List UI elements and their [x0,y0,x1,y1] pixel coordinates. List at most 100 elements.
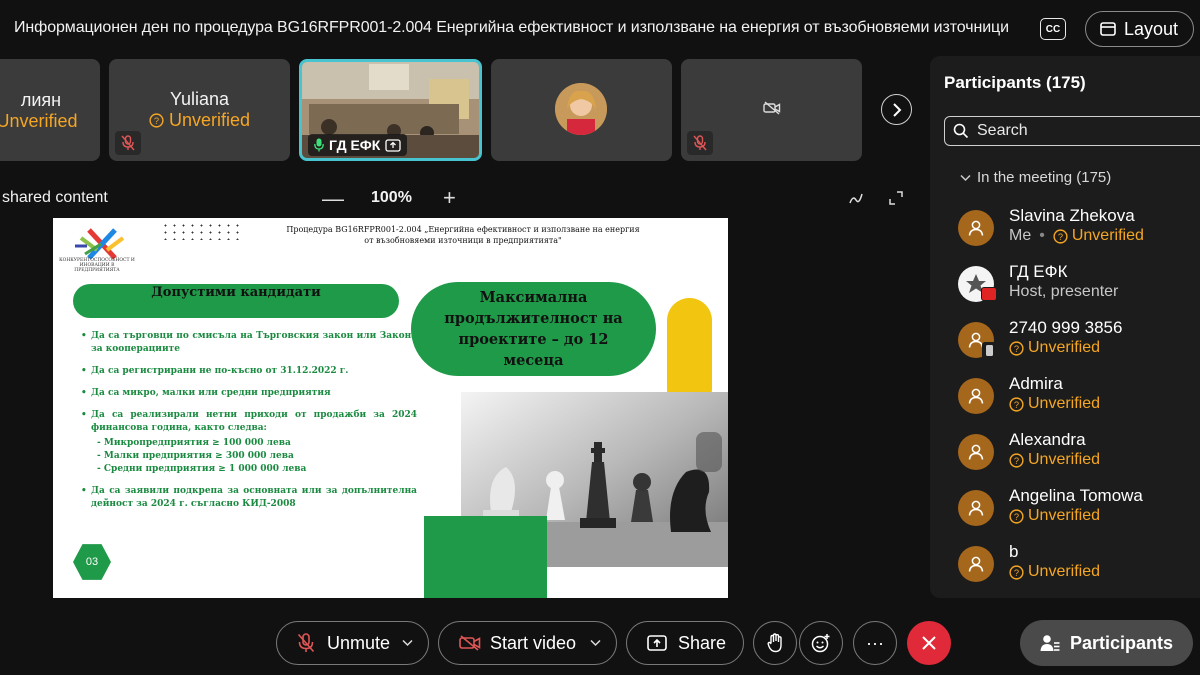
reactions-button[interactable] [799,621,843,665]
participant-subtitle: Me • ? Unverified [1009,227,1144,245]
slide-page-number: 03 [73,544,111,580]
video-tile[interactable] [491,59,672,161]
participant-row[interactable]: 2740 999 3856 ? Unverified [958,318,1198,368]
active-speaker-tile[interactable]: ГД ЕФК [299,59,482,161]
participant-subtitle: ? Unverified [1009,339,1100,357]
in-meeting-label: In the meeting (175) [977,169,1112,186]
emoji-icon [811,634,830,653]
participant-status: Unverified [1028,451,1101,468]
duration-pill: Максимална продължителност на проектите … [411,282,656,376]
criteria-item: Да са заявили подкрепа за основната или … [81,485,417,511]
svg-text:?: ? [1014,343,1019,353]
unmute-label: Unmute [327,632,391,653]
participant-row[interactable]: Slavina Zhekova Me • ? Unverified [958,206,1198,256]
speaking-mic-icon [314,138,324,152]
criteria-item: Да са търговци по смисъла на Търговския … [81,330,417,356]
user-icon [968,444,984,460]
participants-button[interactable]: Participants [1020,620,1193,666]
participant-row[interactable]: Alexandra ? Unverified [958,430,1198,480]
zoom-level: 100% [371,189,412,206]
participant-subtitle: ? Unverified [1009,395,1100,413]
participant-name: b [1009,542,1019,561]
share-screen-icon [647,635,667,651]
layout-label: Layout [1124,18,1179,39]
meeting-title: Информационен ден по процедура BG16RFPR0… [14,19,1009,36]
muted-mic-icon [115,131,141,155]
svg-text:?: ? [154,116,159,126]
video-off-icon [459,635,481,651]
participant-subtitle: ? Unverified [1009,563,1100,581]
duration-text: продължителност на [444,310,623,327]
shared-slide: КОНКУРЕНТОСПОСОБНОСТ И ИНОВАЦИИ В ПРЕДПР… [53,218,728,598]
share-label: Share [678,632,727,653]
participant-search-input[interactable]: Search [944,116,1200,146]
participants-panel-title: Participants (175) [944,73,1086,92]
unverified-icon: ? [1009,396,1024,412]
in-meeting-section-header[interactable]: In the meeting (175) [960,169,1111,186]
slide-header-line: от възобновяеми източници в предприятият… [364,236,562,245]
zoom-in-button[interactable]: + [443,185,456,211]
zoom-out-button[interactable]: — [322,186,344,212]
close-icon [922,636,936,650]
participant-status: Unverified [1028,339,1101,356]
live-stream-icon [981,287,997,301]
user-icon [968,220,984,236]
participant-name: Alexandra [1009,430,1086,449]
decorative-green-block [424,516,547,598]
user-icon [968,556,984,572]
avatar [958,210,994,246]
decorative-dots [161,222,245,240]
user-icon [968,500,984,516]
svg-text:?: ? [1058,231,1063,241]
video-tile[interactable]: лиян Unverified [0,59,100,161]
more-options-button[interactable]: ··· [853,621,897,665]
user-icon [968,388,984,404]
participant-subtitle: ? Unverified [1009,507,1100,525]
avatar [958,378,994,414]
participant-name: Slavina Zhekova [1009,206,1135,225]
slide-header-line: Процедура BG16RFPR001-2.004 „Енергийна е… [286,225,640,234]
tile-participant-status: ? Unverified [109,110,290,131]
participants-panel: Participants (175) Search In the meeting… [930,56,1200,598]
svg-text:?: ? [1014,511,1019,521]
svg-text:?: ? [1014,399,1019,409]
participant-photo-avatar [555,83,607,135]
criteria-list: Да са търговци по смисъла на Търговския … [81,330,417,520]
next-page-button[interactable] [881,94,912,125]
participant-name: ГД ЕФК [1009,262,1068,281]
participant-row[interactable]: b ? Unverified [958,542,1198,592]
tile-participant-name: ГД ЕФК [329,137,381,153]
avatar [958,546,994,582]
logo-caption: КОНКУРЕНТОСПОСОБНОСТ И ИНОВАЦИИ В ПРЕДПР… [59,258,135,273]
raise-hand-button[interactable] [753,621,797,665]
participants-icon [1040,635,1060,651]
phone-icon [982,342,996,359]
video-tile[interactable]: Yuliana ? Unverified [109,59,290,161]
layout-icon [1100,22,1116,36]
muted-mic-icon [687,131,713,155]
annotate-icon[interactable] [848,190,864,211]
participant-subtitle: Host, presenter [1009,283,1118,301]
unverified-icon: ? [1009,452,1024,468]
leave-meeting-button[interactable] [907,621,951,665]
separator-dot: • [1039,227,1045,244]
participant-row[interactable]: Admira ? Unverified [958,374,1198,424]
participant-status: Unverified [1071,227,1144,244]
video-tile[interactable] [681,59,862,161]
participants-label: Participants [1070,632,1174,653]
start-video-button[interactable]: Start video [438,621,617,665]
unverified-icon: ? [1053,228,1068,244]
search-icon [953,123,969,139]
layout-button[interactable]: Layout [1085,11,1194,47]
share-button[interactable]: Share [626,621,744,665]
criteria-item: Да са реализирали нетни приходи от прода… [81,409,417,476]
unmute-button[interactable]: Unmute [276,621,429,665]
tile-participant-name: Yuliana [169,89,230,109]
expand-icon[interactable] [888,190,904,211]
participant-row[interactable]: ГД ЕФК Host, presenter [958,262,1198,312]
closed-captions-button[interactable]: CC [1040,18,1066,40]
criteria-item-text: Да са реализирали нетни приходи от прода… [91,410,417,433]
video-off-icon [763,101,781,115]
svg-text:?: ? [1014,567,1019,577]
participant-row[interactable]: Angelina Tomowa ? Unverified [958,486,1198,536]
